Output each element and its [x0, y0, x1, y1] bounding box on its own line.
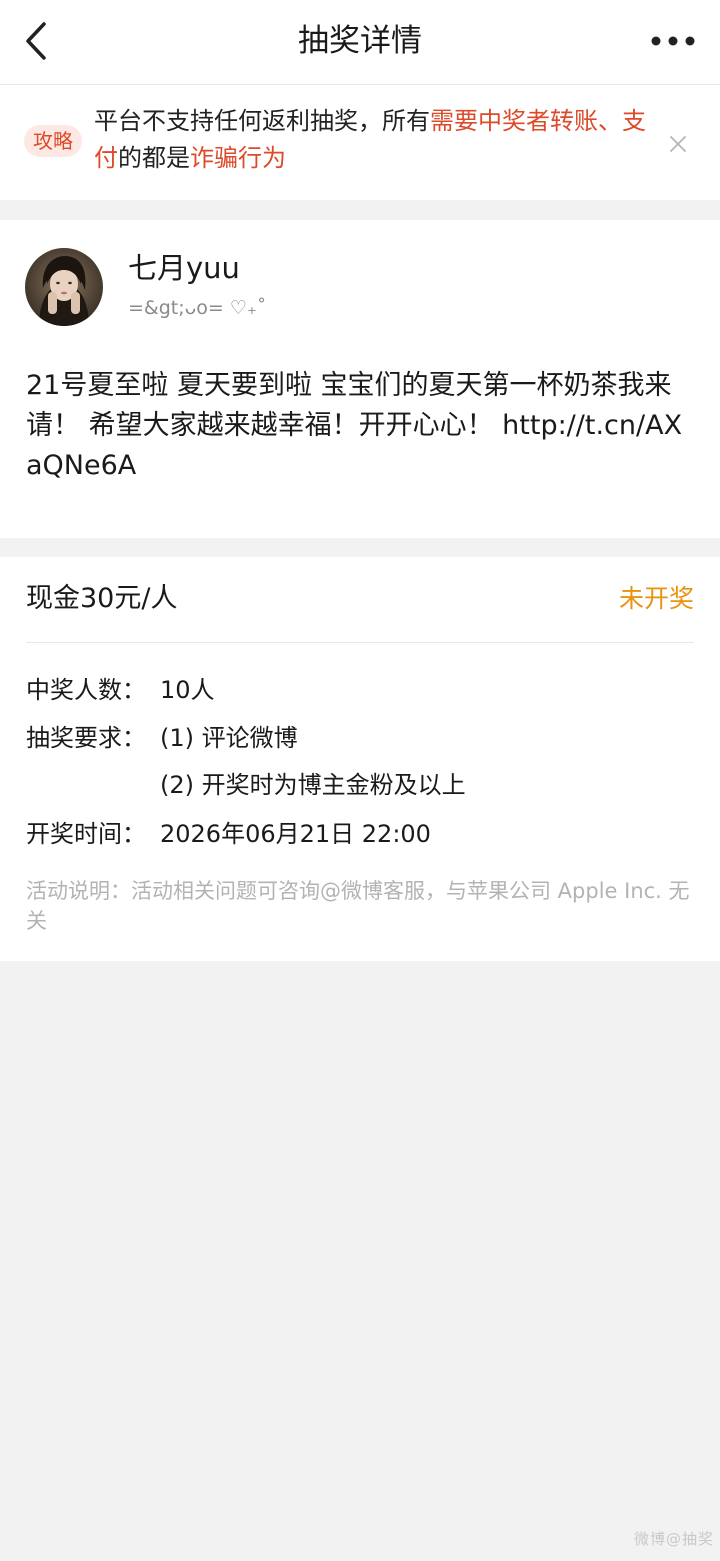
winners-value: 10人: [160, 676, 215, 704]
notice-text-part: 的都是: [118, 144, 190, 172]
notice-text-part: 平台不支持任何返利抽奖，所有: [94, 107, 430, 135]
close-icon: [670, 136, 686, 152]
notice-text: 平台不支持任何返利抽奖，所有需要中奖者转账、支付的都是诈骗行为: [94, 103, 654, 177]
more-button[interactable]: [644, 20, 702, 62]
disclaimer-text: 活动说明：活动相关问题可咨询@微博客服，与苹果公司 Apple Inc. 无关: [26, 879, 690, 933]
notice-tag: 攻略: [24, 125, 82, 157]
user-subtitle: =&gt;ᴗo= ♡₊˚: [128, 297, 267, 319]
requirements-label: 抽奖要求：: [26, 724, 146, 752]
more-dots-icon: [651, 36, 695, 46]
winners-label: 中奖人数：: [26, 676, 146, 704]
requirement-item: (1) 评论微博: [160, 724, 298, 752]
notice-close-button[interactable]: [661, 127, 695, 161]
back-button[interactable]: [14, 17, 58, 65]
requirement-item: (2) 开奖时为博主金粉及以上: [160, 771, 466, 799]
divider: [26, 642, 694, 643]
draw-time-value: 2026年06月21日 22:00: [160, 820, 431, 848]
username[interactable]: 七月yuu: [128, 250, 240, 286]
avatar[interactable]: [25, 248, 103, 326]
page-title: 抽奖详情: [298, 23, 422, 59]
post-text: 21号夏至啦 夏天要到啦 宝宝们的夏天第一杯奶茶我来请！ 希望大家越来越幸福！开…: [26, 370, 683, 481]
watermark: 微博@抽奖: [633, 1530, 714, 1548]
nav-bar: 抽奖详情: [0, 0, 720, 85]
avatar-image: [25, 248, 103, 326]
chevron-left-icon: [26, 22, 46, 60]
notice-highlight: 诈骗行为: [190, 144, 286, 172]
draw-time-label: 开奖时间：: [26, 820, 146, 848]
prize-title: 现金30元/人: [26, 583, 178, 614]
status-badge: 未开奖: [618, 584, 694, 613]
